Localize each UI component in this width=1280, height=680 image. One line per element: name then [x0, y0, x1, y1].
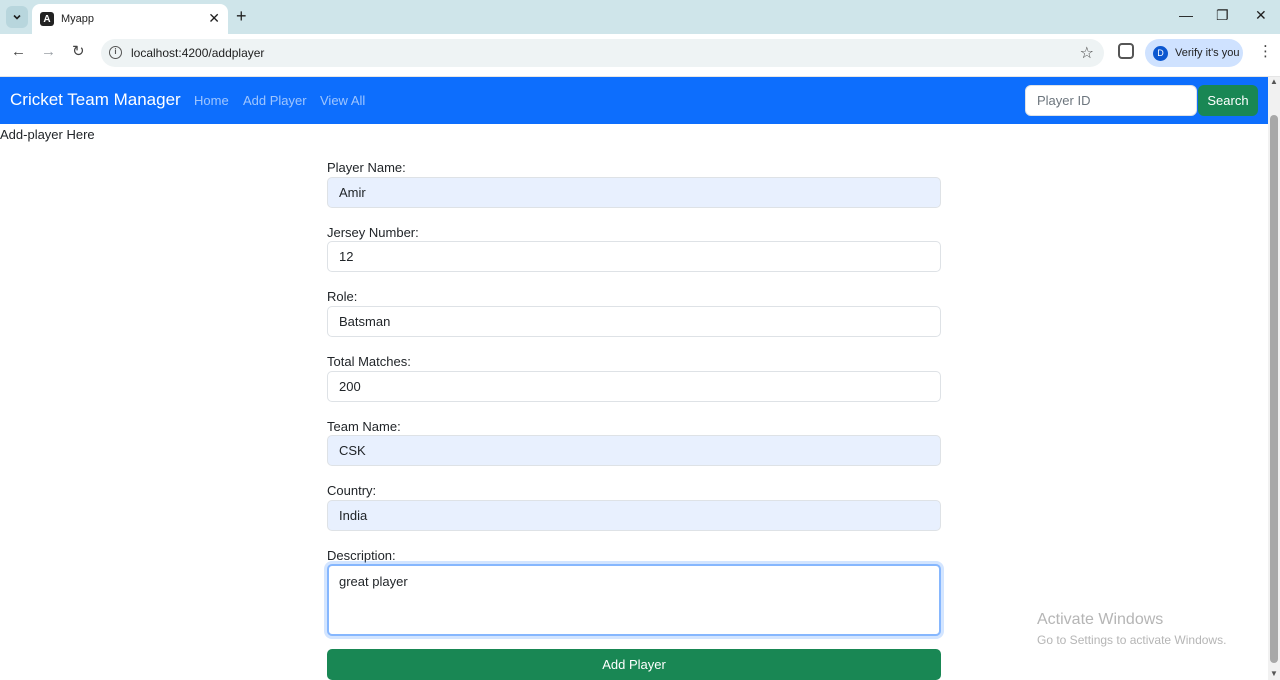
site-info-icon[interactable]: i: [109, 46, 122, 59]
angular-icon: A: [40, 12, 54, 26]
navbar-brand[interactable]: Cricket Team Manager: [10, 90, 181, 110]
menu-icon[interactable]: ⋮: [1258, 43, 1273, 61]
profile-avatar: D: [1153, 45, 1168, 61]
search-button[interactable]: Search: [1198, 85, 1258, 116]
page-scrollbar[interactable]: ▲ ▼: [1268, 77, 1280, 680]
scroll-up-icon[interactable]: ▲: [1270, 77, 1278, 86]
page-heading: Add-player Here: [0, 127, 95, 142]
url-text[interactable]: localhost:4200/addplayer: [131, 46, 264, 60]
description-textarea[interactable]: great player: [327, 564, 941, 636]
team-name-input[interactable]: [327, 435, 941, 466]
browser-tab-bar: A Myapp ✕ + — ❐ ✕: [0, 0, 1280, 34]
app-navbar: Cricket Team Manager Home Add Player Vie…: [0, 77, 1268, 124]
nav-link-view-all[interactable]: View All: [320, 93, 365, 108]
address-bar[interactable]: i localhost:4200/addplayer ☆: [101, 39, 1104, 67]
role-input[interactable]: [327, 306, 941, 337]
scroll-thumb[interactable]: [1270, 115, 1278, 663]
tab-list-icon[interactable]: [6, 6, 28, 28]
back-icon[interactable]: ←: [11, 44, 26, 60]
minimize-icon[interactable]: —: [1179, 7, 1193, 23]
verify-profile-button[interactable]: D Verify it's you: [1145, 39, 1243, 67]
extension-icon[interactable]: [1118, 43, 1134, 59]
window-close-icon[interactable]: ✕: [1255, 7, 1267, 23]
windows-activation-watermark: Activate Windows Go to Settings to activ…: [1037, 611, 1226, 647]
total-matches-input[interactable]: [327, 371, 941, 402]
bookmark-star-icon[interactable]: ☆: [1080, 43, 1094, 63]
reload-icon[interactable]: ↻: [72, 44, 85, 60]
player-id-search-input[interactable]: [1025, 85, 1197, 116]
scroll-down-icon[interactable]: ▼: [1270, 669, 1278, 678]
player-name-label: Player Name:: [327, 160, 406, 175]
restore-icon[interactable]: ❐: [1216, 7, 1229, 23]
jersey-number-label: Jersey Number:: [327, 225, 419, 240]
team-name-label: Team Name:: [327, 419, 401, 434]
country-label: Country:: [327, 483, 377, 498]
browser-toolbar: ← → ↻ i localhost:4200/addplayer ☆ D Ver…: [0, 34, 1280, 72]
watermark-title: Activate Windows: [1037, 611, 1164, 628]
page-viewport: Cricket Team Manager Home Add Player Vie…: [0, 77, 1268, 680]
description-label: Description:: [327, 548, 396, 563]
nav-link-home[interactable]: Home: [194, 93, 229, 108]
jersey-number-input[interactable]: [327, 241, 941, 272]
role-label: Role:: [327, 289, 358, 304]
tab-title: Myapp: [61, 13, 95, 25]
forward-icon[interactable]: →: [41, 44, 56, 60]
verify-label: Verify it's you: [1175, 47, 1240, 59]
add-player-button[interactable]: Add Player: [327, 649, 941, 680]
close-icon[interactable]: ✕: [208, 11, 220, 25]
country-input[interactable]: [327, 500, 941, 531]
browser-tab[interactable]: A Myapp ✕: [32, 4, 228, 34]
watermark-subtitle: Go to Settings to activate Windows.: [1037, 633, 1227, 647]
nav-link-add-player[interactable]: Add Player: [243, 93, 307, 108]
total-matches-label: Total Matches:: [327, 354, 411, 369]
player-name-input[interactable]: [327, 177, 941, 208]
new-tab-icon[interactable]: +: [236, 7, 247, 25]
